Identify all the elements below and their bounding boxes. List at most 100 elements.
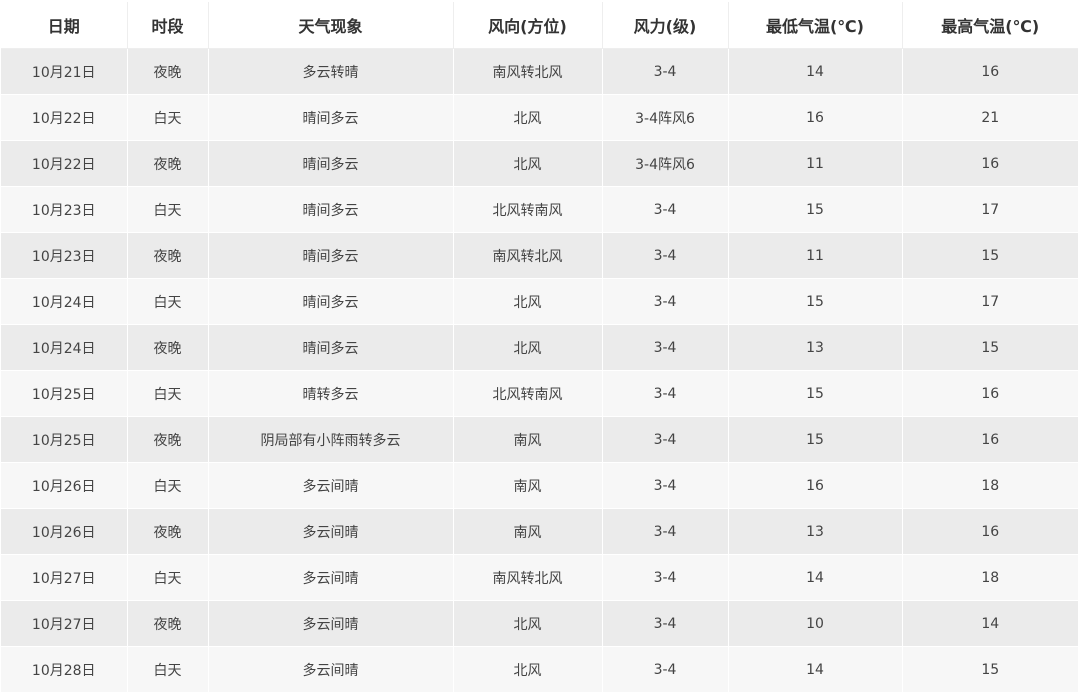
header-period: 时段 xyxy=(127,2,209,49)
cell-wind-force: 3-4 xyxy=(602,186,729,233)
cell-weather: 多云间晴 xyxy=(208,554,454,601)
cell-weather: 晴间多云 xyxy=(208,94,454,141)
cell-weather: 多云间晴 xyxy=(208,462,454,509)
cell-min-temp: 15 xyxy=(728,370,903,417)
cell-date: 10月27日 xyxy=(1,554,128,601)
cell-max-temp: 16 xyxy=(902,508,1078,555)
cell-wind-direction: 南风 xyxy=(453,416,603,463)
cell-period: 夜晚 xyxy=(127,232,209,279)
cell-wind-direction: 南风转北风 xyxy=(453,48,603,95)
cell-wind-direction: 北风转南风 xyxy=(453,186,603,233)
cell-min-temp: 15 xyxy=(728,416,903,463)
cell-date: 10月25日 xyxy=(1,370,128,417)
cell-date: 10月27日 xyxy=(1,600,128,647)
header-date: 日期 xyxy=(1,2,128,49)
table-row: 10月22日 白天 晴间多云 北风 3-4阵风6 16 21 xyxy=(1,94,1078,141)
cell-max-temp: 16 xyxy=(902,416,1078,463)
table-row: 10月22日 夜晚 晴间多云 北风 3-4阵风6 11 16 xyxy=(1,140,1078,187)
table-row: 10月24日 夜晚 晴间多云 北风 3-4 13 15 xyxy=(1,324,1078,371)
cell-period: 夜晚 xyxy=(127,48,209,95)
cell-min-temp: 13 xyxy=(728,324,903,371)
cell-wind-force: 3-4 xyxy=(602,600,729,647)
table-header: 日期 时段 天气现象 风向(方位) 风力(级) 最低气温(℃) 最高气温(℃) xyxy=(1,2,1078,49)
header-row: 日期 时段 天气现象 风向(方位) 风力(级) 最低气温(℃) 最高气温(℃) xyxy=(1,2,1078,49)
cell-wind-force: 3-4 xyxy=(602,370,729,417)
cell-wind-direction: 南风 xyxy=(453,462,603,509)
cell-max-temp: 18 xyxy=(902,554,1078,601)
cell-max-temp: 15 xyxy=(902,646,1078,693)
cell-wind-direction: 北风 xyxy=(453,140,603,187)
cell-min-temp: 16 xyxy=(728,94,903,141)
cell-min-temp: 14 xyxy=(728,554,903,601)
cell-date: 10月26日 xyxy=(1,508,128,555)
cell-wind-direction: 北风 xyxy=(453,278,603,325)
cell-weather: 晴间多云 xyxy=(208,324,454,371)
table-row: 10月26日 白天 多云间晴 南风 3-4 16 18 xyxy=(1,462,1078,509)
cell-wind-force: 3-4 xyxy=(602,416,729,463)
cell-period: 夜晚 xyxy=(127,324,209,371)
cell-date: 10月25日 xyxy=(1,416,128,463)
cell-min-temp: 14 xyxy=(728,646,903,693)
table-row: 10月27日 白天 多云间晴 南风转北风 3-4 14 18 xyxy=(1,554,1078,601)
table-row: 10月26日 夜晚 多云间晴 南风 3-4 13 16 xyxy=(1,508,1078,555)
cell-max-temp: 15 xyxy=(902,324,1078,371)
cell-period: 夜晚 xyxy=(127,140,209,187)
cell-weather: 晴转多云 xyxy=(208,370,454,417)
table-row: 10月27日 夜晚 多云间晴 北风 3-4 10 14 xyxy=(1,600,1078,647)
cell-wind-force: 3-4 xyxy=(602,232,729,279)
cell-weather: 多云间晴 xyxy=(208,600,454,647)
cell-period: 白天 xyxy=(127,94,209,141)
cell-date: 10月24日 xyxy=(1,324,128,371)
table-row: 10月23日 白天 晴间多云 北风转南风 3-4 15 17 xyxy=(1,186,1078,233)
cell-period: 白天 xyxy=(127,370,209,417)
cell-weather: 晴间多云 xyxy=(208,186,454,233)
cell-period: 夜晚 xyxy=(127,508,209,555)
cell-wind-force: 3-4 xyxy=(602,48,729,95)
cell-date: 10月23日 xyxy=(1,232,128,279)
cell-wind-direction: 北风 xyxy=(453,646,603,693)
table-row: 10月25日 夜晚 阴局部有小阵雨转多云 南风 3-4 15 16 xyxy=(1,416,1078,463)
cell-date: 10月23日 xyxy=(1,186,128,233)
header-weather: 天气现象 xyxy=(208,2,454,49)
weather-forecast-table: 日期 时段 天气现象 风向(方位) 风力(级) 最低气温(℃) 最高气温(℃) … xyxy=(1,2,1078,693)
cell-wind-direction: 北风 xyxy=(453,94,603,141)
cell-max-temp: 16 xyxy=(902,370,1078,417)
cell-wind-direction: 南风 xyxy=(453,508,603,555)
cell-wind-force: 3-4 xyxy=(602,324,729,371)
cell-weather: 晴间多云 xyxy=(208,140,454,187)
cell-min-temp: 16 xyxy=(728,462,903,509)
cell-weather: 多云转晴 xyxy=(208,48,454,95)
header-min-temp: 最低气温(℃) xyxy=(728,2,903,49)
cell-max-temp: 15 xyxy=(902,232,1078,279)
cell-period: 白天 xyxy=(127,186,209,233)
cell-period: 白天 xyxy=(127,554,209,601)
cell-max-temp: 17 xyxy=(902,186,1078,233)
cell-wind-direction: 北风 xyxy=(453,324,603,371)
cell-weather: 晴间多云 xyxy=(208,232,454,279)
table-row: 10月24日 白天 晴间多云 北风 3-4 15 17 xyxy=(1,278,1078,325)
cell-wind-force: 3-4 xyxy=(602,554,729,601)
cell-weather: 多云间晴 xyxy=(208,646,454,693)
cell-min-temp: 15 xyxy=(728,278,903,325)
cell-min-temp: 14 xyxy=(728,48,903,95)
cell-wind-direction: 南风转北风 xyxy=(453,554,603,601)
cell-weather: 阴局部有小阵雨转多云 xyxy=(208,416,454,463)
table-row: 10月23日 夜晚 晴间多云 南风转北风 3-4 11 15 xyxy=(1,232,1078,279)
cell-max-temp: 16 xyxy=(902,48,1078,95)
table-row: 10月25日 白天 晴转多云 北风转南风 3-4 15 16 xyxy=(1,370,1078,417)
table-row: 10月28日 白天 多云间晴 北风 3-4 14 15 xyxy=(1,646,1078,693)
cell-min-temp: 10 xyxy=(728,600,903,647)
cell-period: 夜晚 xyxy=(127,416,209,463)
cell-date: 10月28日 xyxy=(1,646,128,693)
cell-wind-force: 3-4 xyxy=(602,278,729,325)
cell-period: 夜晚 xyxy=(127,600,209,647)
header-wind-direction: 风向(方位) xyxy=(453,2,603,49)
cell-date: 10月21日 xyxy=(1,48,128,95)
cell-wind-direction: 南风转北风 xyxy=(453,232,603,279)
cell-max-temp: 18 xyxy=(902,462,1078,509)
cell-max-temp: 14 xyxy=(902,600,1078,647)
cell-date: 10月22日 xyxy=(1,94,128,141)
header-max-temp: 最高气温(℃) xyxy=(902,2,1078,49)
cell-period: 白天 xyxy=(127,462,209,509)
cell-period: 白天 xyxy=(127,646,209,693)
